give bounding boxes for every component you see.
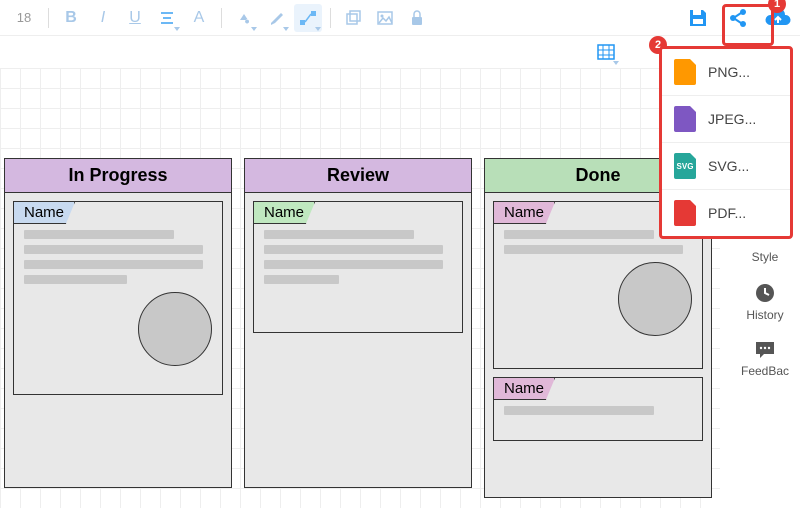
kanban-card[interactable]: Name: [493, 377, 703, 441]
table-button[interactable]: [592, 38, 620, 66]
separator: [330, 8, 331, 28]
font-size-value[interactable]: 18: [8, 10, 40, 25]
main-toolbar: 18 B I U A: [0, 0, 800, 36]
placeholder-line: [504, 245, 683, 254]
bold-button[interactable]: B: [57, 4, 85, 32]
export-label: PDF...: [708, 205, 746, 221]
column-body: Name: [5, 193, 231, 411]
placeholder-line: [24, 260, 203, 269]
export-svg-item[interactable]: SVG SVG...: [662, 143, 790, 190]
kanban-card[interactable]: Name: [13, 201, 223, 395]
column-header: Review: [245, 159, 471, 193]
separator: [48, 8, 49, 28]
image-button[interactable]: [371, 4, 399, 32]
export-label: SVG...: [708, 158, 749, 174]
align-button[interactable]: [153, 4, 181, 32]
separator: [221, 8, 222, 28]
lock-button[interactable]: [403, 4, 431, 32]
png-file-icon: [674, 59, 696, 85]
svg-file-icon: SVG: [674, 153, 696, 179]
kanban-column[interactable]: In Progress Name: [4, 158, 232, 488]
card-tag: Name: [494, 202, 555, 224]
kanban-card[interactable]: Name: [253, 201, 463, 333]
placeholder-line: [504, 406, 654, 415]
placeholder-line: [24, 275, 127, 284]
underline-button[interactable]: U: [121, 4, 149, 32]
history-panel-button[interactable]: History: [746, 282, 783, 322]
column-body: Name: [245, 193, 471, 349]
placeholder-line: [504, 230, 654, 239]
card-tag: Name: [254, 202, 315, 224]
export-label: PNG...: [708, 64, 750, 80]
chat-icon: [754, 340, 776, 360]
feedback-panel-button[interactable]: FeedBac: [741, 340, 789, 378]
annotation-box-1: [722, 4, 774, 46]
style-panel-button[interactable]: Style: [752, 250, 779, 264]
italic-button[interactable]: I: [89, 4, 117, 32]
placeholder-line: [264, 275, 339, 284]
pencil-button[interactable]: [262, 4, 290, 32]
layer-button[interactable]: [339, 4, 367, 32]
placeholder-circle: [618, 262, 692, 336]
placeholder-circle: [138, 292, 212, 366]
export-menu: PNG... JPEG... SVG SVG... PDF...: [659, 46, 793, 239]
canvas[interactable]: In Progress Name Review Name: [0, 68, 720, 508]
fill-color-button[interactable]: [230, 4, 258, 32]
export-png-item[interactable]: PNG...: [662, 49, 790, 96]
export-pdf-item[interactable]: PDF...: [662, 190, 790, 236]
export-label: JPEG...: [708, 111, 756, 127]
save-button[interactable]: [684, 4, 712, 32]
export-jpeg-item[interactable]: JPEG...: [662, 96, 790, 143]
right-panel: Style History FeedBac: [730, 240, 800, 378]
card-tag: Name: [14, 202, 75, 224]
feedback-label: FeedBac: [741, 364, 789, 378]
card-tag: Name: [494, 378, 555, 400]
placeholder-line: [264, 245, 443, 254]
history-label: History: [746, 308, 783, 322]
column-header: In Progress: [5, 159, 231, 193]
placeholder-line: [24, 245, 203, 254]
pdf-file-icon: [674, 200, 696, 226]
connector-button[interactable]: [294, 4, 322, 32]
jpeg-file-icon: [674, 106, 696, 132]
font-color-button[interactable]: A: [185, 4, 213, 32]
placeholder-line: [264, 260, 443, 269]
placeholder-line: [264, 230, 414, 239]
clock-icon: [754, 282, 776, 304]
placeholder-line: [24, 230, 174, 239]
kanban-column[interactable]: Review Name: [244, 158, 472, 488]
style-label: Style: [752, 250, 779, 264]
